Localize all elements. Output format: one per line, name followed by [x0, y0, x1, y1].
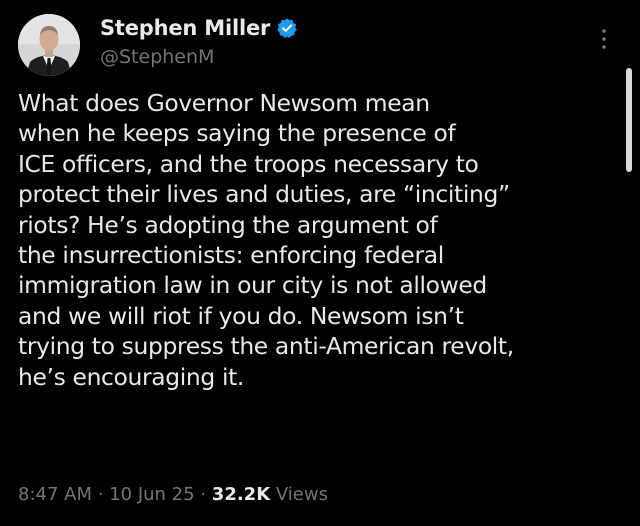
author-display-name[interactable]: Stephen Miller: [100, 16, 270, 40]
tweet-text: What does Governor Newsom mean when he k…: [18, 88, 623, 392]
author-handle[interactable]: @StephenM: [100, 46, 214, 68]
tweet-text-line: and we will riot if you do. Newsom isn’t: [18, 301, 464, 330]
tweet-text-line: riots? He’s adopting the argument of: [18, 210, 438, 239]
tweet-text-line: protect their lives and duties, are “inc…: [18, 180, 510, 209]
tweet-meta: 8:47 AM · 10 Jun 25 · 32.2K Views: [18, 484, 328, 505]
tweet-date[interactable]: 10 Jun 25: [109, 484, 194, 505]
tweet-time[interactable]: 8:47 AM: [18, 484, 92, 505]
tweet-text-line: trying to suppress the anti-American rev…: [18, 332, 514, 361]
avatar[interactable]: [18, 14, 80, 76]
verified-badge-icon: [276, 17, 298, 39]
tweet-text-line: ICE officers, and the troops necessary t…: [18, 149, 479, 178]
scrollbar-thumb[interactable]: [626, 68, 632, 172]
meta-separator: ·: [97, 484, 104, 505]
avatar-image: [18, 14, 80, 76]
tweet-text-line: immigration law in our city is not allow…: [18, 271, 487, 300]
tweet-text-line: when he keeps saying the presence of: [18, 119, 456, 148]
tweet: Stephen Miller @StephenM What does Gover…: [0, 0, 640, 526]
tweet-text-line: What does Governor Newsom mean: [18, 89, 430, 117]
meta-separator: ·: [200, 484, 207, 505]
tweet-text-line: he’s encouraging it.: [18, 362, 244, 391]
views-count[interactable]: 32.2K: [212, 484, 270, 505]
tweet-text-line: the insurrectionists: enforcing federal: [18, 241, 444, 270]
more-vertical-icon[interactable]: [596, 26, 612, 52]
author-name-row: Stephen Miller: [100, 14, 298, 42]
views-label: Views: [275, 484, 328, 505]
